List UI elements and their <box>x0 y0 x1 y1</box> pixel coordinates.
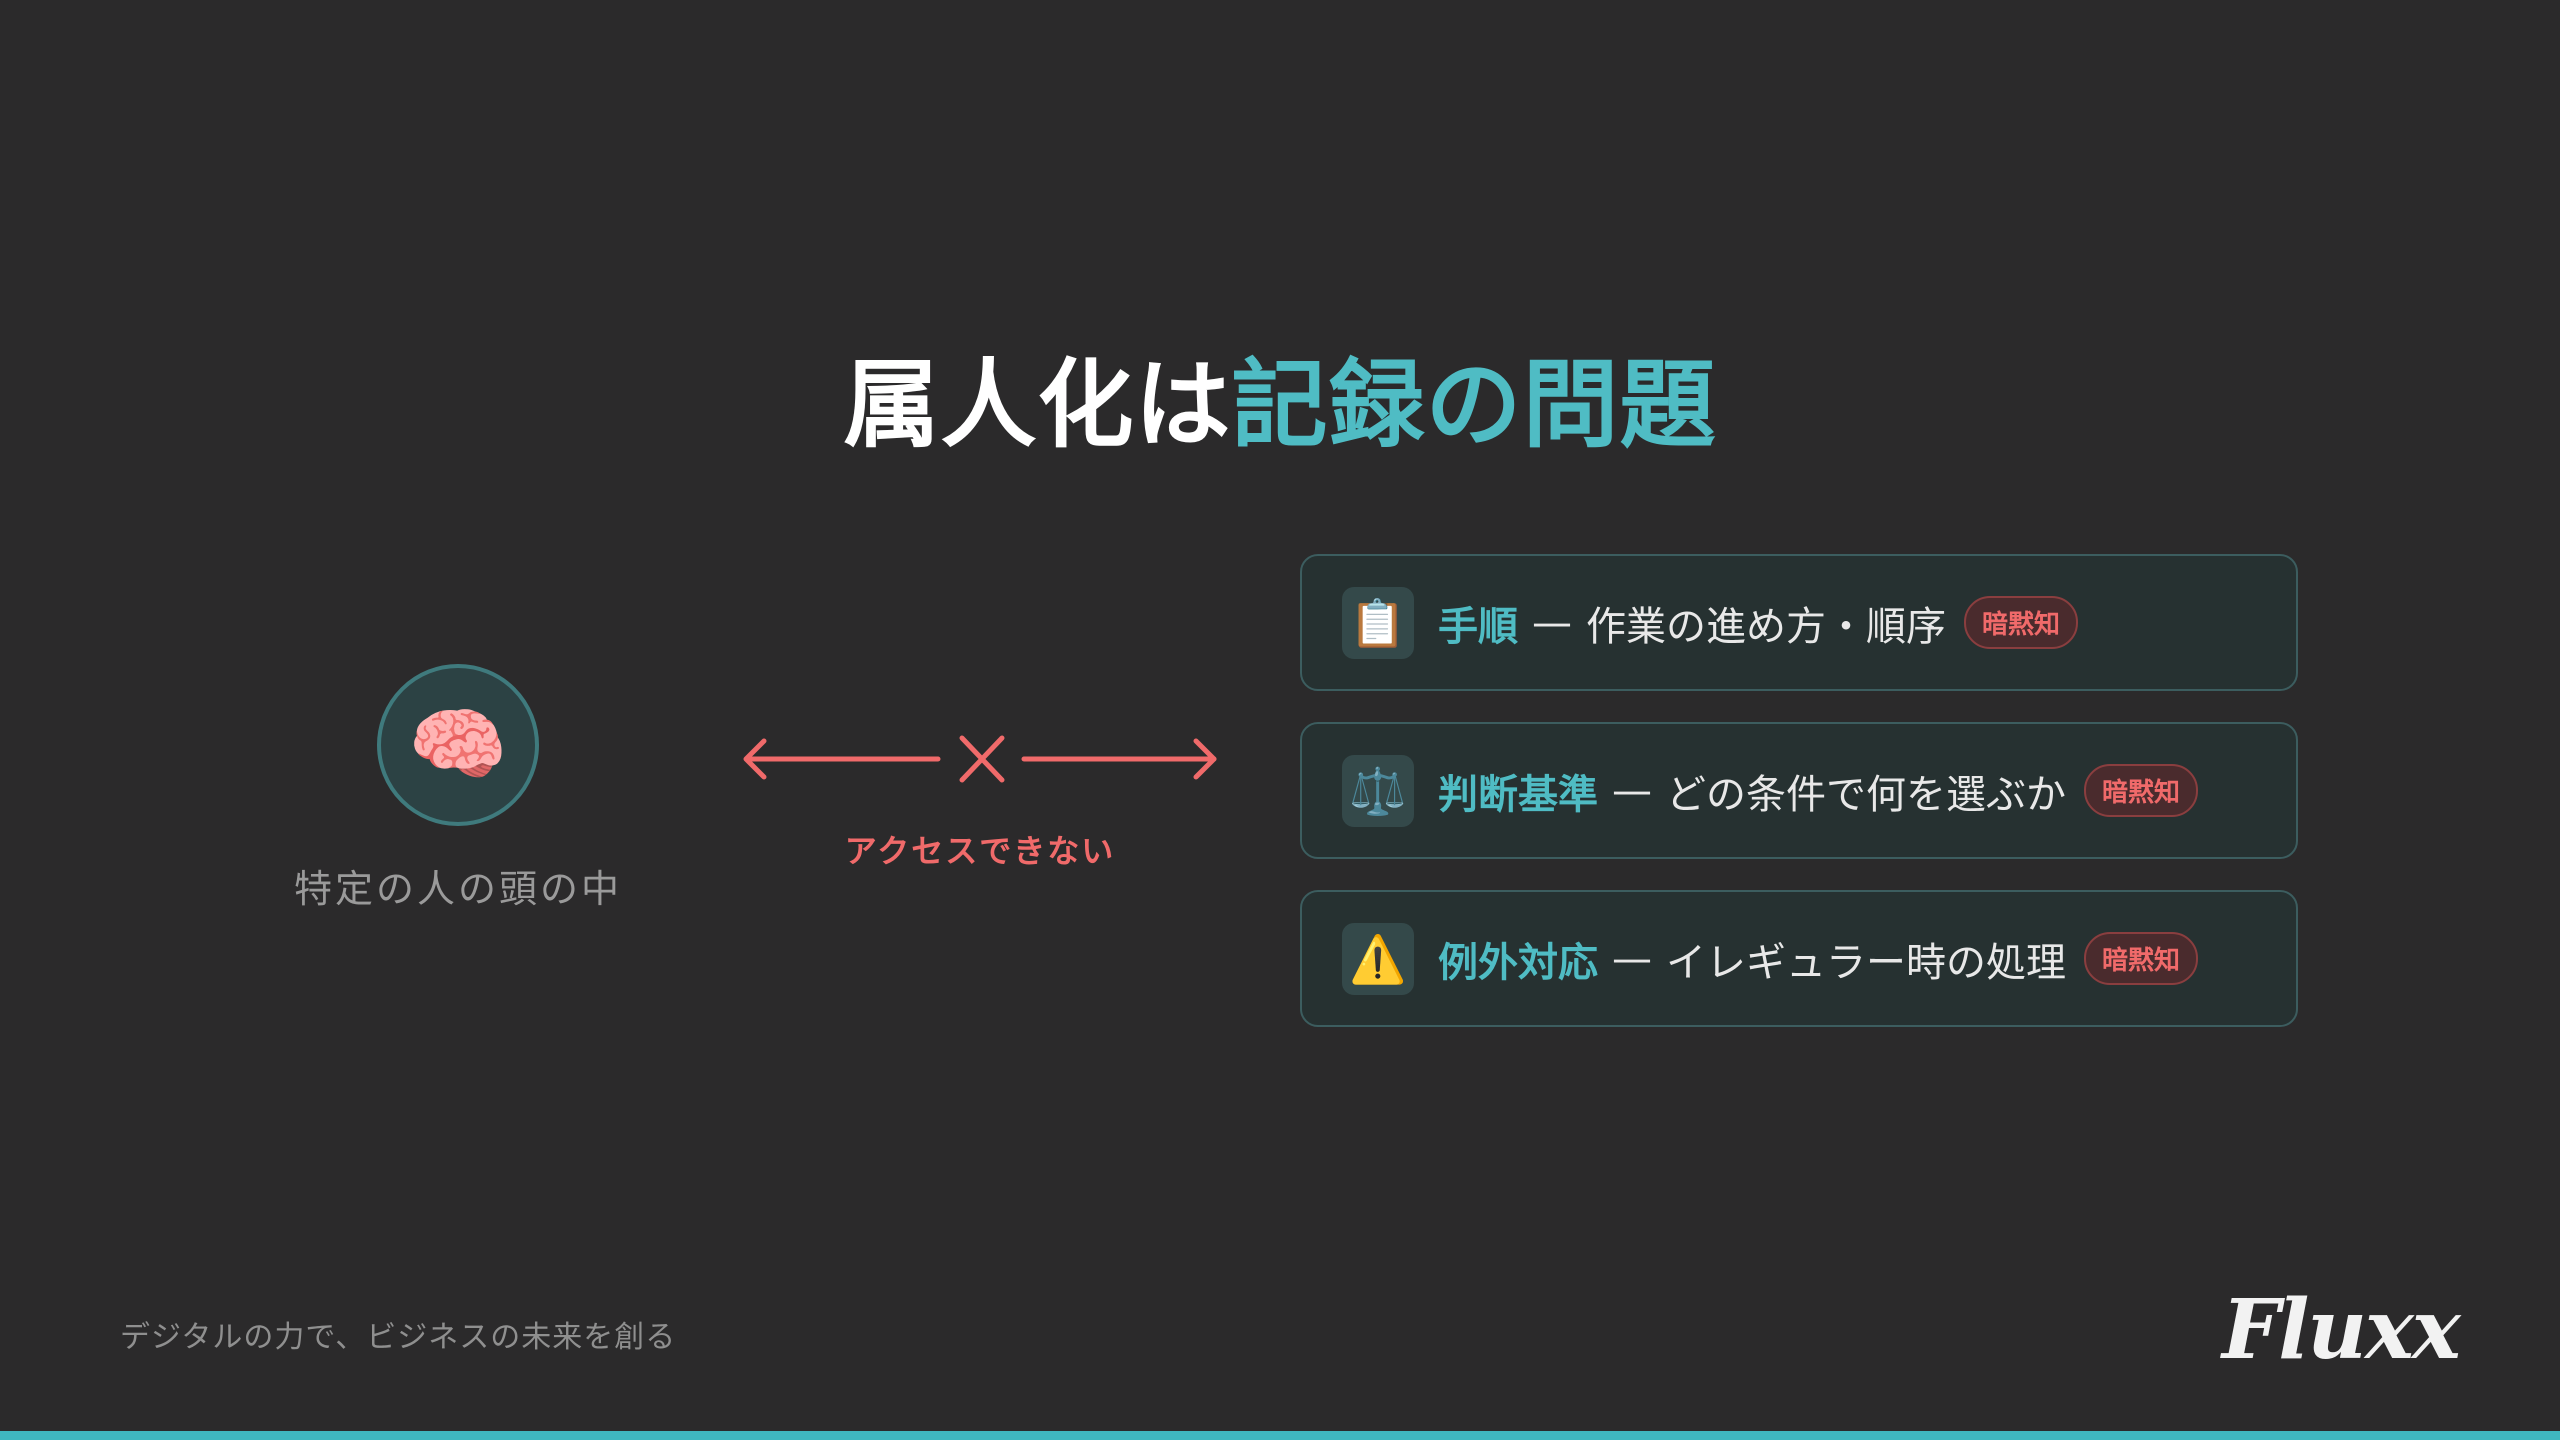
tacit-knowledge-badge: 暗黙知 <box>2084 932 2199 985</box>
card-judgment: ⚖️ 判断基準 — どの条件で何を選ぶか 暗黙知 <box>1300 722 2298 859</box>
clipboard-icon: 📋 <box>1342 586 1414 659</box>
card-title: 手順 <box>1438 603 1518 650</box>
card-description: 作業の進め方・順序 <box>1586 603 1946 650</box>
card-separator: — <box>1532 599 1572 646</box>
card-procedure: 📋 手順 — 作業の進め方・順序 暗黙知 <box>1300 554 2298 691</box>
warning-icon: ⚠️ <box>1342 922 1414 995</box>
blocked-arrow <box>743 735 1217 783</box>
card-exceptions: ⚠️ 例外対応 — イレギュラー時の処理 暗黙知 <box>1300 890 2298 1027</box>
title-plain: 属人化は <box>843 349 1232 461</box>
card-description: イレギュラー時の処理 <box>1666 939 2066 986</box>
tacit-knowledge-badge: 暗黙知 <box>1964 596 2079 649</box>
card-title: 判断基準 <box>1438 771 1598 818</box>
card-separator: — <box>1612 767 1652 814</box>
title-accent: 記録の問題 <box>1231 349 1717 461</box>
access-denied-label: アクセスできない <box>844 832 1116 870</box>
fluxx-logo: Fluxx <box>2222 1282 2461 1378</box>
scales-icon: ⚖️ <box>1342 754 1414 827</box>
card-title: 例外対応 <box>1438 939 1598 986</box>
brain-icon: 🧠 <box>377 664 539 826</box>
bottom-accent-bar <box>0 1431 2560 1440</box>
footer-tagline: デジタルの力で、ビジネスの未来を創る <box>120 1320 677 1355</box>
card-description: どの条件で何を選ぶか <box>1666 771 2066 818</box>
slide-title: 属人化は記録の問題 <box>0 345 2560 465</box>
tacit-knowledge-badge: 暗黙知 <box>2084 764 2199 817</box>
card-separator: — <box>1612 935 1652 982</box>
brain-caption: 特定の人の頭の中 <box>293 867 622 911</box>
